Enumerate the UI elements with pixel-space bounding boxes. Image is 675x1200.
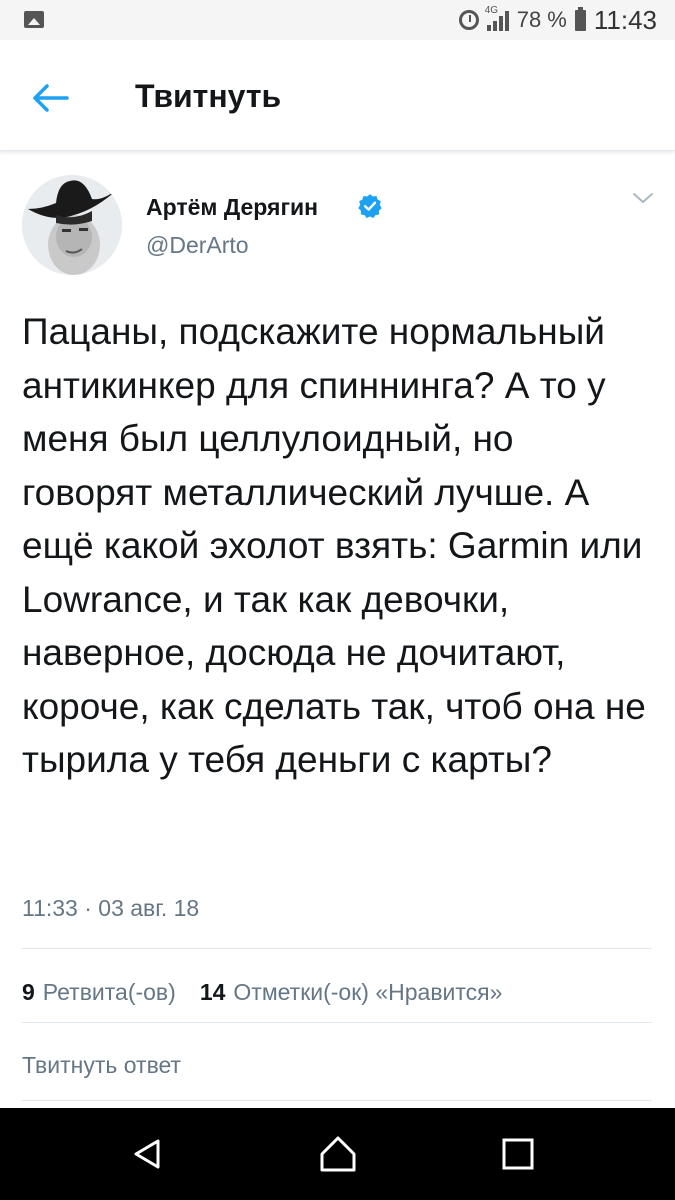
likes-count[interactable]: 14 — [200, 979, 226, 1006]
battery-icon — [574, 6, 586, 31]
divider — [22, 948, 652, 949]
nav-back-button[interactable] — [128, 1134, 168, 1174]
nav-home-button[interactable] — [318, 1134, 358, 1174]
gallery-icon — [24, 11, 44, 28]
chevron-down-icon[interactable] — [631, 190, 655, 206]
signal-icon: 4G — [485, 5, 509, 31]
recents-icon — [502, 1138, 534, 1170]
retweets-label[interactable]: Ретвита(-ов) — [43, 979, 176, 1006]
arrow-left-icon — [33, 84, 69, 112]
avatar-image — [22, 175, 122, 275]
system-nav-bar — [0, 1108, 675, 1200]
status-right: 4G 78 % 11:43 — [458, 0, 657, 40]
battery-percent: 78 % — [516, 7, 567, 32]
back-button[interactable] — [30, 78, 70, 118]
app-header: Твитнуть — [0, 40, 675, 151]
reply-input[interactable]: Твитнуть ответ — [22, 1052, 181, 1079]
divider — [22, 1100, 652, 1101]
likes-label[interactable]: Отметки(-ок) «Нравится» — [233, 979, 502, 1006]
nav-recents-button[interactable] — [498, 1134, 538, 1174]
status-time: 11:43 — [593, 4, 657, 35]
avatar[interactable] — [22, 175, 122, 275]
author-name[interactable]: Артём Дерягин — [146, 194, 318, 221]
verified-badge-icon — [358, 194, 382, 219]
status-bar: 4G 78 % 11:43 — [0, 0, 675, 40]
page-title: Твитнуть — [135, 78, 282, 114]
divider — [22, 1022, 652, 1023]
author-handle[interactable]: @DerArto — [146, 232, 249, 259]
retweets-count[interactable]: 9 — [22, 979, 35, 1006]
tweet-stats: 9 Ретвита(-ов) 14 Отметки(-ок) «Нравится… — [22, 979, 502, 1006]
back-triangle-icon — [134, 1139, 160, 1169]
network-type: 4G — [484, 5, 499, 16]
home-icon — [320, 1136, 356, 1172]
alarm-icon — [458, 10, 479, 30]
tweet-text: Пацаны, подскажите нормальный антикинкер… — [22, 311, 646, 780]
tweet-timestamp: 11:33 · 03 авг. 18 — [22, 895, 200, 921]
